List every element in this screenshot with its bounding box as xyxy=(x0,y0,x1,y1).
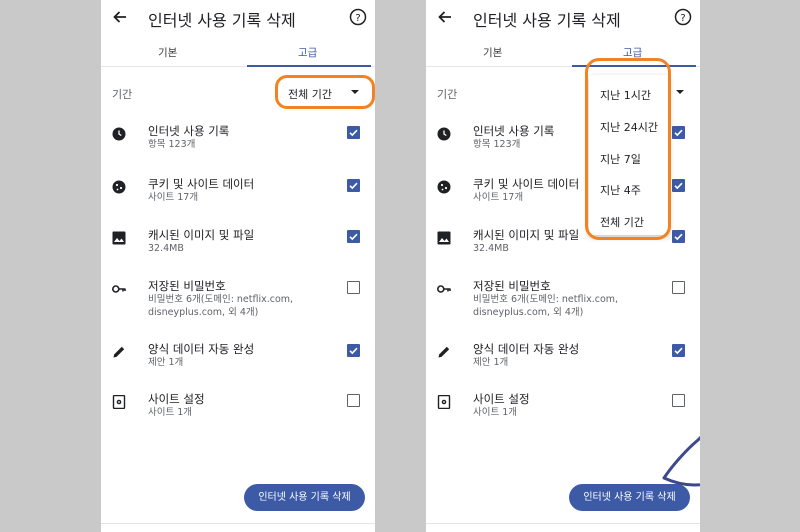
tab-bar: 기본 고급 xyxy=(101,38,375,67)
item-subtitle: 사이트 1개 xyxy=(148,407,193,418)
item-title: 사이트 설정 xyxy=(148,392,205,406)
checkbox-checked[interactable] xyxy=(672,179,685,192)
item-title: 사이트 설정 xyxy=(473,392,530,406)
page-title: 인터넷 사용 기록 삭제 xyxy=(148,11,296,30)
item-subtitle: 제안 1개 xyxy=(148,357,184,368)
help-icon[interactable]: ? xyxy=(349,8,367,26)
checkmark-icon xyxy=(674,182,683,190)
item-subtitle: 사이트 17개 xyxy=(148,192,199,203)
item-title: 양식 데이터 자동 완성 xyxy=(473,342,580,356)
checkbox-checked[interactable] xyxy=(347,126,360,139)
pencil-icon xyxy=(113,346,125,358)
back-arrow-icon[interactable] xyxy=(437,9,453,25)
tab-advanced[interactable]: 고급 xyxy=(298,45,317,60)
app-bar: 인터넷 사용 기록 삭제 ? xyxy=(101,0,375,36)
key-icon xyxy=(437,285,451,293)
divider xyxy=(426,523,700,524)
checkbox-checked[interactable] xyxy=(347,179,360,192)
checkbox-unchecked[interactable] xyxy=(672,281,685,294)
item-subtitle: 비밀번호 6개(도메인: netflix.com, disneyplus.com… xyxy=(473,294,619,318)
item-title: 인터넷 사용 기록 xyxy=(148,124,230,138)
site-settings-icon xyxy=(112,395,126,409)
item-subtitle: 제안 1개 xyxy=(473,357,509,368)
key-icon xyxy=(112,285,126,293)
checkmark-icon xyxy=(349,347,358,355)
checkbox-unchecked[interactable] xyxy=(347,394,360,407)
page-title: 인터넷 사용 기록 삭제 xyxy=(473,11,621,30)
delete-history-button[interactable]: 인터넷 사용 기록 삭제 xyxy=(244,484,365,511)
item-subtitle: 32.4MB xyxy=(473,243,509,254)
site-settings-icon xyxy=(437,395,451,409)
cookie-icon xyxy=(112,180,126,194)
help-icon[interactable]: ? xyxy=(674,8,692,26)
dropdown-caret-icon[interactable] xyxy=(676,90,684,94)
back-arrow-icon[interactable] xyxy=(112,9,128,25)
svg-text:?: ? xyxy=(680,13,685,24)
cookie-icon xyxy=(437,180,451,194)
tab-basic[interactable]: 기본 xyxy=(483,45,502,60)
image-icon xyxy=(112,231,126,245)
period-highlight-outline xyxy=(275,75,375,109)
svg-text:?: ? xyxy=(355,13,360,24)
item-title: 캐시된 이미지 및 파일 xyxy=(473,228,580,242)
pointing-hand-icon xyxy=(662,435,700,487)
checkbox-unchecked[interactable] xyxy=(347,281,360,294)
app-bar: 인터넷 사용 기록 삭제 ? xyxy=(426,0,700,36)
list-item[interactable]: 양식 데이터 자동 완성 제안 1개 xyxy=(101,341,375,385)
image-icon xyxy=(437,231,451,245)
tab-indicator xyxy=(247,65,371,67)
item-title: 저장된 비밀번호 xyxy=(473,279,551,293)
checkbox-checked[interactable] xyxy=(347,230,360,243)
list-item[interactable]: 캐시된 이미지 및 파일 32.4MB xyxy=(101,227,375,271)
checkmark-icon xyxy=(674,129,683,137)
checkbox-checked[interactable] xyxy=(672,126,685,139)
list-item[interactable]: 양식 데이터 자동 완성 제안 1개 xyxy=(426,341,700,385)
list-item[interactable]: 인터넷 사용 기록 항목 123개 xyxy=(101,123,375,167)
tab-basic[interactable]: 기본 xyxy=(158,45,177,60)
item-subtitle: 항목 123개 xyxy=(148,139,196,150)
checkmark-icon xyxy=(349,233,358,241)
item-title: 인터넷 사용 기록 xyxy=(473,124,555,138)
period-label: 기간 xyxy=(437,88,458,101)
list-item[interactable]: 저장된 비밀번호 비밀번호 6개(도메인: netflix.com, disney… xyxy=(426,278,700,322)
item-subtitle: 32.4MB xyxy=(148,243,184,254)
checkmark-icon xyxy=(674,347,683,355)
list-item[interactable]: 쿠키 및 사이트 데이터 사이트 17개 xyxy=(101,176,375,220)
checkmark-icon xyxy=(674,233,683,241)
item-title: 양식 데이터 자동 완성 xyxy=(148,342,255,356)
checkmark-icon xyxy=(349,129,358,137)
clock-icon xyxy=(112,127,126,141)
list-item[interactable]: 저장된 비밀번호 비밀번호 6개(도메인: netflix.com, disney… xyxy=(101,278,375,322)
clock-icon xyxy=(437,127,451,141)
settings-screen-right: 인터넷 사용 기록 삭제 ? 기본 고급 기간 인터넷 사용 기록 항목 123개… xyxy=(426,0,700,532)
item-subtitle: 사이트 1개 xyxy=(473,407,518,418)
item-title: 쿠키 및 사이트 데이터 xyxy=(473,177,580,191)
pencil-icon xyxy=(438,346,450,358)
list-item[interactable]: 사이트 설정 사이트 1개 xyxy=(101,391,375,435)
checkbox-checked[interactable] xyxy=(347,344,360,357)
checkbox-checked[interactable] xyxy=(672,344,685,357)
item-title: 저장된 비밀번호 xyxy=(148,279,226,293)
item-title: 쿠키 및 사이트 데이터 xyxy=(148,177,255,191)
divider xyxy=(101,523,375,524)
period-label: 기간 xyxy=(112,88,133,101)
settings-screen-left: 인터넷 사용 기록 삭제 ? 기본 고급 기간 전체 기간 인터넷 사용 기록 항… xyxy=(101,0,375,532)
item-title: 캐시된 이미지 및 파일 xyxy=(148,228,255,242)
checkbox-checked[interactable] xyxy=(672,230,685,243)
item-subtitle: 비밀번호 6개(도메인: netflix.com, disneyplus.com… xyxy=(148,294,294,318)
dropdown-highlight-outline xyxy=(585,58,671,240)
checkmark-icon xyxy=(349,182,358,190)
